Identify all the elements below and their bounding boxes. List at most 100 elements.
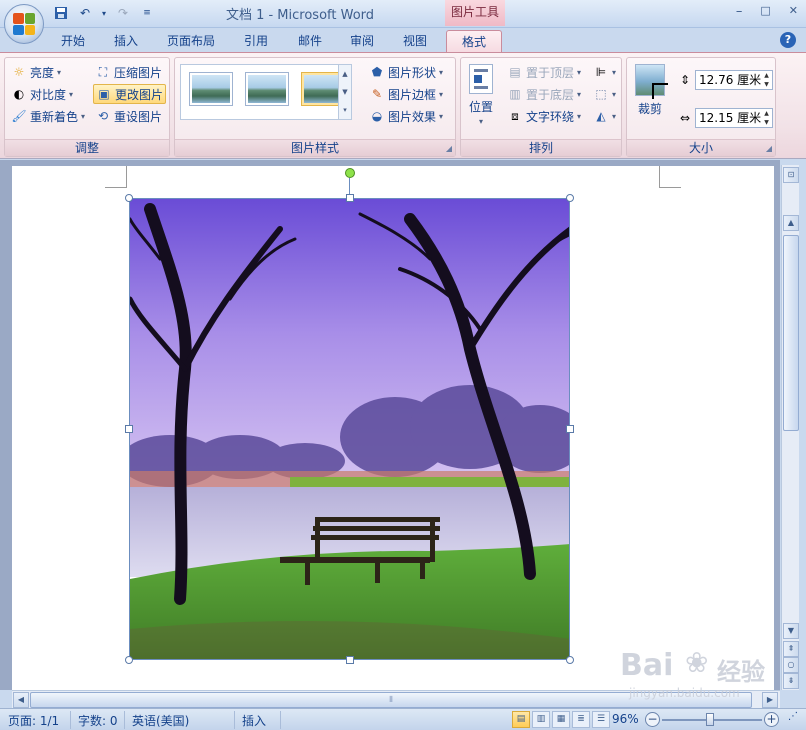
spin-up-icon[interactable]: ▲ <box>761 109 772 118</box>
scroll-left-icon[interactable]: ◀ <box>13 692 29 708</box>
status-bar: 页面: 1/1 字数: 0 英语(美国) 插入 ▤ ▥ ▦ ≣ ☰ 96% − … <box>0 708 806 730</box>
tab-home[interactable]: 开始 <box>52 30 94 52</box>
picture-styles-gallery: ▲ ▼ ▾ <box>180 64 352 120</box>
recolor-button[interactable]: 🖌 重新着色 ▾ <box>11 106 85 126</box>
style-thumbnail[interactable] <box>189 72 233 106</box>
recolor-icon: 🖌 <box>11 109 27 123</box>
group-label-picture-styles: 图片样式 <box>175 139 455 156</box>
outline-view-icon[interactable]: ≣ <box>572 711 590 728</box>
border-pen-icon: ✎ <box>371 87 383 101</box>
resize-handle[interactable] <box>346 194 354 202</box>
word-count[interactable]: 字数: 0 <box>78 712 118 729</box>
picture-shape-button[interactable]: ⬟ 图片形状 ▾ <box>369 62 443 82</box>
align-button[interactable]: ⊫ ▾ <box>593 62 616 82</box>
dialog-launcher-icon[interactable]: ◢ <box>446 144 452 153</box>
bring-to-front-button[interactable]: ▤ 置于顶层 ▾ <box>507 62 581 82</box>
language-indicator[interactable]: 英语(美国) <box>132 712 189 729</box>
previous-page-icon[interactable]: ⇞ <box>783 641 799 657</box>
dialog-launcher-icon[interactable]: ◢ <box>766 144 772 153</box>
help-icon[interactable]: ? <box>780 32 796 48</box>
zoom-level[interactable]: 96% <box>612 712 639 726</box>
picture-border-button[interactable]: ✎ 图片边框 ▾ <box>369 84 443 104</box>
spin-down-icon[interactable]: ▼ <box>761 118 772 127</box>
spin-up-icon[interactable]: ▲ <box>761 71 772 80</box>
tab-format[interactable]: 格式 <box>446 30 502 52</box>
inserted-picture[interactable] <box>129 198 570 660</box>
resize-handle[interactable] <box>346 656 354 664</box>
group-arrange: 位置 ▾ ▤ 置于顶层 ▾ ▥ 置于底层 ▾ ⧈ 文字环绕 ▾ ⊫ ▾ ⬚ ▾ ◭ ▾ 排列 <box>460 57 622 157</box>
group-size: 裁剪 ⇕ 12.76 厘米 ▲ ▼ ⇔ 12.15 厘米 ▲ ▼ 大小 ◢ <box>626 57 776 157</box>
print-layout-icon[interactable]: ▤ <box>512 711 530 728</box>
gallery-more-icon[interactable]: ▾ <box>343 106 347 114</box>
tab-references[interactable]: 引用 <box>236 30 276 52</box>
width-input[interactable]: 12.15 厘米 ▲ ▼ <box>695 108 773 128</box>
resize-handle[interactable] <box>125 194 133 202</box>
web-layout-icon[interactable]: ▦ <box>552 711 570 728</box>
change-picture-button[interactable]: ▣ 更改图片 <box>93 84 167 104</box>
tab-mailings[interactable]: 邮件 <box>290 30 330 52</box>
ribbon: ☼ 亮度 ▾ ◐ 对比度 ▾ 🖌 重新着色 ▾ ⛶ 压缩图片 ▣ 更改图片 ⟲ 重设图… <box>0 52 806 159</box>
group-adjust: ☼ 亮度 ▾ ◐ 对比度 ▾ 🖌 重新着色 ▾ ⛶ 压缩图片 ▣ 更改图片 ⟲ 重设图… <box>4 57 170 157</box>
gallery-up-icon[interactable]: ▲ <box>342 70 347 78</box>
change-picture-icon: ▣ <box>98 87 110 101</box>
reset-picture-icon: ⟲ <box>97 109 109 123</box>
minimize-button[interactable]: – <box>736 4 743 19</box>
baidu-watermark: Bai ❀ 经验 jingyan.baidu.com <box>620 646 765 700</box>
rotate-button[interactable]: ◭ ▾ <box>593 106 616 126</box>
style-thumbnail[interactable] <box>245 72 289 106</box>
rotation-handle[interactable] <box>345 168 355 178</box>
tab-insert[interactable]: 插入 <box>106 30 146 52</box>
resize-handle[interactable] <box>566 425 574 433</box>
resize-handle[interactable] <box>125 656 133 664</box>
ruler-toggle-icon[interactable]: ⊡ <box>783 167 799 183</box>
resize-handle[interactable] <box>566 194 574 202</box>
spin-down-icon[interactable]: ▼ <box>761 80 772 89</box>
insert-mode-indicator[interactable]: 插入 <box>242 712 266 729</box>
height-input[interactable]: 12.76 厘米 ▲ ▼ <box>695 70 773 90</box>
group-label-adjust: 调整 <box>5 139 169 156</box>
resize-handle[interactable] <box>125 425 133 433</box>
tab-page-layout[interactable]: 页面布局 <box>160 30 222 52</box>
vertical-scroll-thumb[interactable] <box>783 235 799 431</box>
draft-view-icon[interactable]: ☰ <box>592 711 610 728</box>
send-to-back-button[interactable]: ▥ 置于底层 ▾ <box>507 84 581 104</box>
text-wrap-icon: ⧈ <box>511 108 519 123</box>
maximize-button[interactable]: □ <box>760 4 770 19</box>
brightness-button[interactable]: ☼ 亮度 ▾ <box>11 62 61 82</box>
text-wrapping-button[interactable]: ⧈ 文字环绕 ▾ <box>507 106 581 126</box>
margin-corner-mark <box>105 166 127 188</box>
group-icon: ⬚ <box>595 87 607 101</box>
resize-grip-icon[interactable]: ⋰ <box>788 711 798 722</box>
compress-pictures-button[interactable]: ⛶ 压缩图片 <box>95 62 162 82</box>
scroll-down-icon[interactable]: ▼ <box>783 623 799 639</box>
full-screen-reading-icon[interactable]: ▥ <box>532 711 550 728</box>
close-button[interactable]: ✕ <box>789 4 798 19</box>
scroll-up-icon[interactable]: ▲ <box>783 215 799 231</box>
resize-handle[interactable] <box>566 656 574 664</box>
align-icon: ⊫ <box>595 65 607 79</box>
reset-picture-button[interactable]: ⟲ 重设图片 <box>95 106 162 126</box>
zoom-in-icon[interactable]: + <box>764 712 779 727</box>
gallery-down-icon[interactable]: ▼ <box>342 88 347 96</box>
group-label-arrange: 排列 <box>461 139 621 156</box>
next-page-icon[interactable]: ⇟ <box>783 673 799 689</box>
position-button[interactable]: 位置 ▾ <box>469 64 493 126</box>
group-objects-button[interactable]: ⬚ ▾ <box>593 84 616 104</box>
zoom-slider-knob[interactable] <box>706 713 714 726</box>
group-picture-styles: ▲ ▼ ▾ ⬟ 图片形状 ▾ ✎ 图片边框 ▾ ◒ 图片效果 ▾ 图片样式 ◢ <box>174 57 456 157</box>
width-icon: ⇔ <box>679 111 691 125</box>
page-count[interactable]: 页面: 1/1 <box>8 712 59 729</box>
office-button[interactable] <box>4 4 44 44</box>
tab-review[interactable]: 审阅 <box>342 30 382 52</box>
vertical-scrollbar[interactable]: ⊡ ▲ ▼ ⇞ ○ ⇟ <box>781 165 799 690</box>
picture-tools-context-label: 图片工具 <box>445 0 505 26</box>
picture-effects-button[interactable]: ◒ 图片效果 ▾ <box>369 106 443 126</box>
gallery-scroll[interactable]: ▲ ▼ ▾ <box>338 65 351 119</box>
contrast-button[interactable]: ◐ 对比度 ▾ <box>11 84 73 104</box>
crop-button[interactable]: 裁剪 <box>635 64 668 117</box>
zoom-out-icon[interactable]: − <box>645 712 660 727</box>
height-icon: ⇕ <box>679 73 691 87</box>
bring-front-icon: ▤ <box>509 65 521 79</box>
tab-view[interactable]: 视图 <box>395 30 435 52</box>
browse-object-icon[interactable]: ○ <box>783 657 799 673</box>
